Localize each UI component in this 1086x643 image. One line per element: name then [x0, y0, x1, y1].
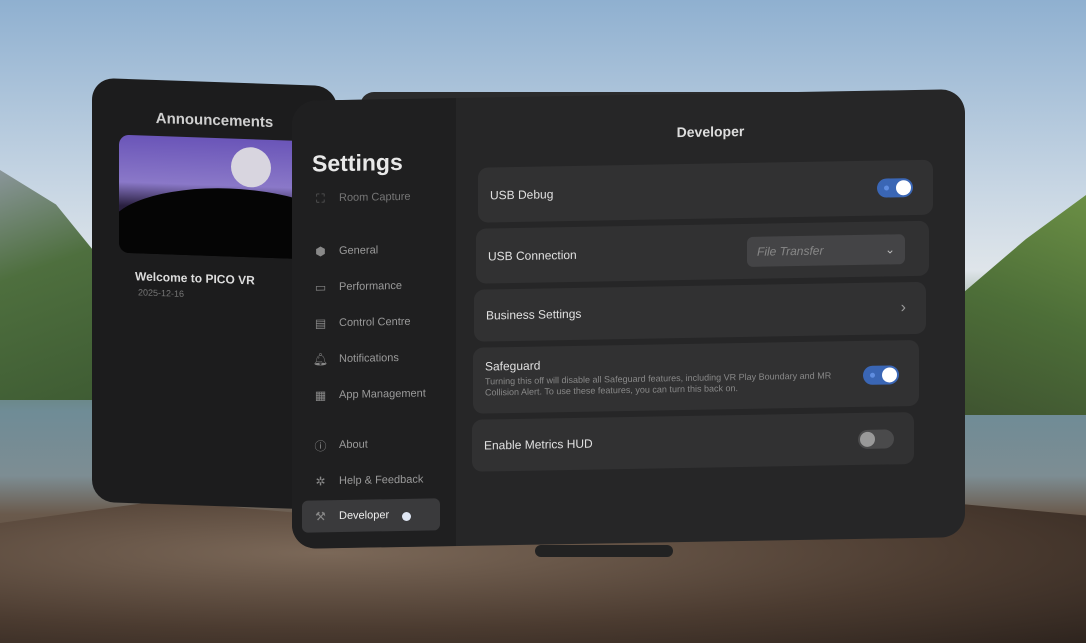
dropdown-value: File Transfer [757, 243, 824, 259]
metrics-hud-row: Enable Metrics HUD [472, 412, 914, 472]
settings-title: Settings [312, 148, 403, 177]
pointer-cursor [402, 512, 411, 521]
usb-connection-dropdown[interactable]: File Transfer ⌄ [747, 233, 905, 267]
sidebar-item-about[interactable]: ⓘ About [302, 427, 440, 461]
page-title: Developer [676, 122, 745, 141]
sidebar-item-developer[interactable]: ⚒ Developer [302, 498, 440, 533]
sidebar-item-notifications[interactable]: 🔔︎ Notifications [302, 341, 440, 375]
announcement-date: 2025-12-16 [138, 287, 185, 299]
grid-icon: ▦ [314, 388, 327, 403]
business-settings-row[interactable]: Business Settings › [474, 281, 926, 342]
sidebar-item-label: Developer [339, 509, 390, 523]
announcement-image[interactable] [119, 134, 319, 260]
sidebar-item-label: Room Capture [339, 190, 411, 205]
safeguard-description: Turning this off will disable all Safegu… [485, 370, 832, 398]
safeguard-row: Safeguard Turning this off will disable … [473, 339, 919, 414]
sidebar-item-room-capture[interactable]: ⛶ Room Capture [302, 180, 440, 214]
chevron-right-icon: › [900, 299, 906, 317]
bell-icon: 🔔︎ [312, 352, 329, 367]
sidebar-item-label: Control Centre [339, 315, 411, 330]
performance-icon: ▭ [314, 280, 327, 295]
sidebar-item-app-management[interactable]: ▦ App Management [302, 377, 440, 411]
developer-page: Developer USB Debug USB Connection File … [456, 89, 965, 546]
chevron-down-icon: ⌄ [884, 241, 895, 257]
gear-icon: ⬢ [315, 244, 326, 259]
usb-connection-label: USB Connection [488, 247, 577, 263]
room-capture-icon: ⛶ [316, 190, 325, 205]
tools-icon: ⚒ [315, 509, 326, 524]
sidebar-item-label: Help & Feedback [339, 473, 424, 488]
safeguard-toggle[interactable] [863, 365, 899, 385]
info-icon: ⓘ [314, 438, 327, 453]
sidebar-item-performance[interactable]: ▭ Performance [302, 269, 440, 303]
usb-debug-row: USB Debug [478, 159, 933, 223]
announcement-title[interactable]: Welcome to PICO VR [135, 269, 255, 287]
usb-debug-label: USB Debug [490, 186, 554, 202]
business-settings-label: Business Settings [486, 306, 582, 323]
usb-connection-row: USB Connection File Transfer ⌄ [476, 220, 929, 284]
window-drag-handle[interactable] [535, 545, 673, 557]
sidebar-item-label: App Management [339, 387, 426, 402]
sidebar-item-help-feedback[interactable]: ✲ Help & Feedback [302, 463, 440, 497]
metrics-hud-label: Enable Metrics HUD [484, 436, 593, 453]
metrics-hud-toggle[interactable] [858, 428, 894, 449]
bug-icon: ✲ [315, 474, 326, 489]
control-centre-icon: ▤ [314, 316, 327, 331]
sidebar-item-general[interactable]: ⬢ General [302, 233, 440, 267]
sidebar-item-control-centre[interactable]: ▤ Control Centre [302, 305, 440, 339]
sidebar-item-label: Performance [339, 279, 402, 294]
usb-debug-toggle[interactable] [877, 178, 913, 198]
sidebar-item-label: Notifications [339, 352, 399, 366]
settings-window: Settings ⛶ Room Capture ⬢ General ▭ Perform… [292, 89, 965, 549]
sidebar: Settings ⛶ Room Capture ⬢ General ▭ Perform… [292, 98, 456, 549]
sidebar-item-label: About [339, 438, 368, 452]
sidebar-item-label: General [339, 244, 379, 258]
